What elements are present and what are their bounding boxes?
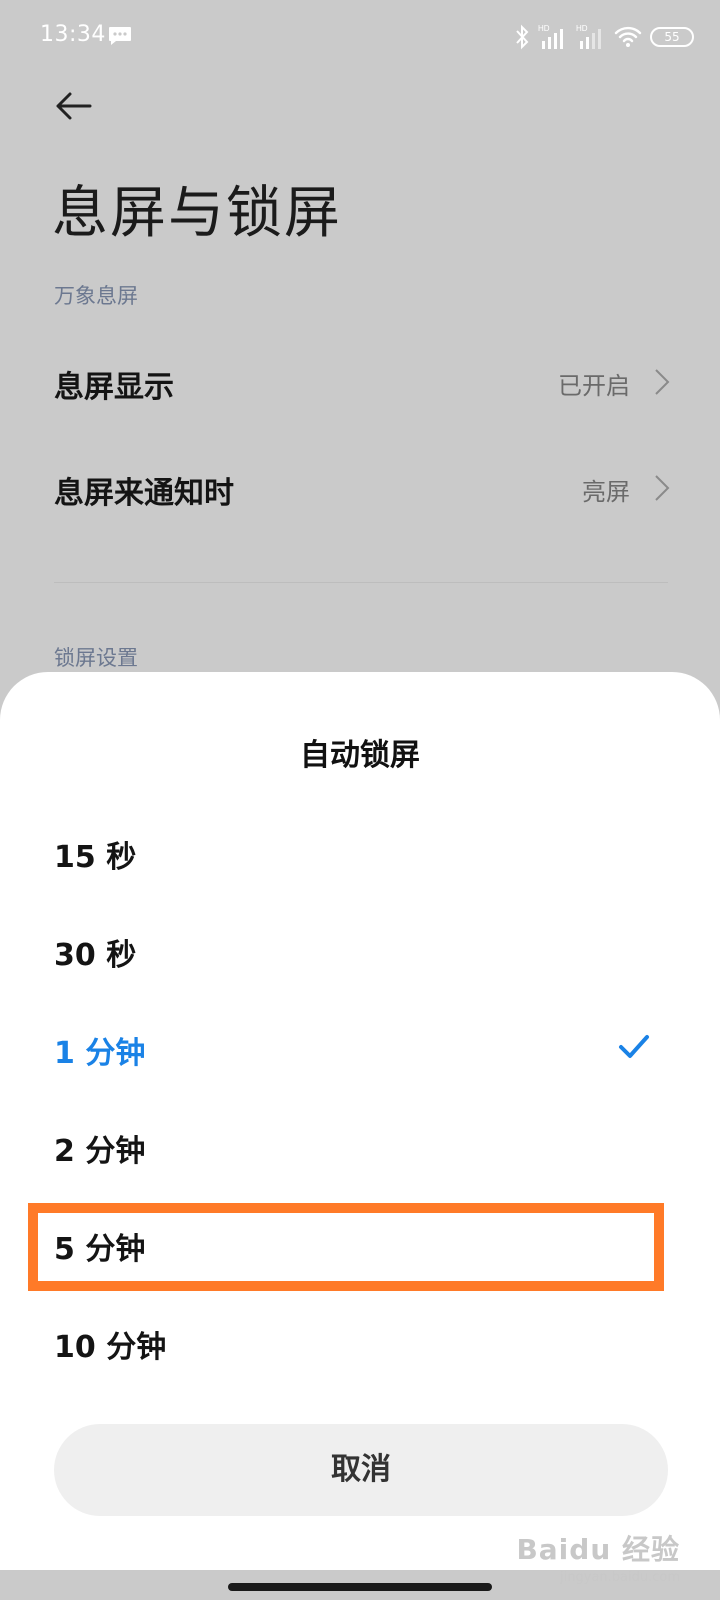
option-label: 10 分钟 [54, 1330, 167, 1365]
option-1min[interactable]: 1 分钟 [0, 1000, 720, 1098]
svg-text:HD: HD [576, 24, 588, 33]
option-label: 2 分钟 [54, 1134, 146, 1169]
wifi-icon [614, 26, 642, 47]
home-indicator[interactable] [228, 1583, 492, 1591]
cancel-button[interactable]: 取消 [54, 1424, 668, 1516]
watermark-sub: jingyan.baidu.com [560, 1570, 680, 1585]
status-bar: 13:34 HD HD 55 [0, 0, 720, 74]
highlight-box [28, 1203, 664, 1291]
row-label: 息屏显示 [54, 370, 174, 405]
sheet-title: 自动锁屏 [300, 738, 420, 773]
option-label: 30 秒 [54, 938, 137, 973]
back-arrow-icon[interactable] [52, 86, 96, 126]
signal-hd-icon: HD [538, 24, 563, 49]
section-header-aod: 万象息屏 [54, 284, 138, 308]
chevron-right-icon [655, 475, 670, 501]
page-title: 息屏与锁屏 [52, 181, 342, 246]
system-icons: HD HD 55 [514, 22, 694, 52]
battery-indicator: 55 [650, 27, 694, 47]
row-value: 亮屏 [582, 478, 630, 506]
baidu-watermark: Baidu 经验 jingyan.baidu.com [516, 1528, 680, 1585]
check-icon [619, 1035, 649, 1058]
chevron-right-icon [655, 369, 670, 395]
option-label: 1 分钟 [54, 1036, 146, 1071]
status-time: 13:34 [40, 22, 106, 47]
option-15s[interactable]: 15 秒 [0, 804, 720, 902]
row-aod-display[interactable]: 息屏显示 已开启 [0, 332, 720, 432]
option-label: 15 秒 [54, 840, 137, 875]
message-icon [109, 27, 131, 45]
option-10min[interactable]: 10 分钟 [0, 1294, 720, 1392]
signal-hd-icon-2: HD [576, 24, 601, 49]
divider [54, 582, 668, 583]
row-aod-notification[interactable]: 息屏来通知时 亮屏 [0, 438, 720, 538]
watermark-main: Baidu 经验 [516, 1533, 680, 1566]
row-label: 息屏来通知时 [54, 476, 234, 511]
option-2min[interactable]: 2 分钟 [0, 1098, 720, 1196]
bluetooth-icon [516, 24, 529, 50]
option-30s[interactable]: 30 秒 [0, 902, 720, 1000]
section-header-lock: 锁屏设置 [54, 646, 138, 670]
svg-text:HD: HD [538, 24, 550, 33]
row-value: 已开启 [558, 372, 630, 400]
